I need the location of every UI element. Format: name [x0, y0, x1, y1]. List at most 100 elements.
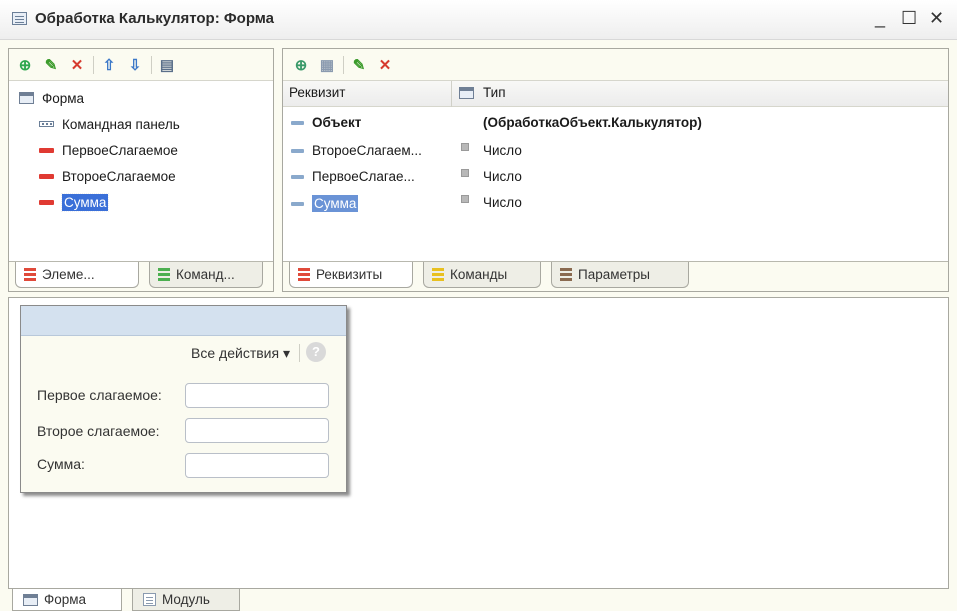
tree-item-sum[interactable]: Сумма	[39, 191, 110, 213]
commands-tab-icon	[158, 268, 170, 281]
attribute-icon	[291, 120, 304, 125]
module-icon	[143, 593, 156, 606]
tab-label: Параметры	[578, 267, 650, 282]
attributes-tab-icon	[298, 268, 310, 281]
tree-item-form[interactable]: Форма	[19, 87, 84, 109]
commands-tab-icon	[432, 268, 444, 281]
form-icon	[23, 593, 38, 606]
close-button[interactable]: ✕	[929, 8, 944, 29]
attribute-name: Сумма	[312, 195, 359, 212]
tab-attributes[interactable]: Реквизиты	[289, 262, 413, 288]
tree-item-label: Форма	[42, 90, 85, 106]
tree-item-label: Командная панель	[62, 116, 180, 132]
tab-label: Элеме...	[42, 267, 95, 282]
tree-item-label: ПервоеСлагаемое	[62, 142, 178, 158]
column-header-attribute[interactable]: Реквизит	[289, 85, 345, 100]
tree-item-label: ВтороеСлагаемое	[62, 168, 176, 184]
tab-commands[interactable]: Команд...	[149, 262, 263, 288]
move-down-icon[interactable]: ⇩	[125, 55, 145, 75]
tree-item-command-bar[interactable]: Командная панель	[39, 113, 180, 135]
attribute-icon	[291, 201, 304, 206]
attribute-icon	[291, 148, 304, 153]
attribute-type: Число	[483, 169, 522, 184]
edit-icon[interactable]: ✎	[41, 55, 61, 75]
tab-parameters[interactable]: Параметры	[551, 262, 689, 288]
sum-label: Сумма:	[37, 456, 85, 472]
maximize-button[interactable]: ☐	[901, 8, 917, 29]
elements-panel: ⊕ ✎ ✕ ⇧ ⇩ ▤ Форма Командная панель Перво…	[8, 48, 274, 292]
first-addend-label: Первое слагаемое:	[37, 387, 162, 403]
tab-label: Команды	[450, 267, 508, 282]
bottom-tabstrip: Форма Модуль	[8, 589, 949, 611]
field-icon	[39, 147, 54, 153]
delete-icon[interactable]: ✕	[375, 55, 395, 75]
attribute-name: ПервоеСлагае...	[312, 169, 415, 184]
form-window-icon	[12, 12, 27, 25]
help-icon[interactable]: ?	[306, 342, 326, 362]
form-icon	[19, 92, 34, 104]
chevron-down-icon: ▾	[282, 345, 290, 361]
minimize-button[interactable]: _	[873, 8, 887, 29]
tree-item-first-addend[interactable]: ПервоеСлагаемое	[39, 139, 178, 161]
second-addend-label: Второе слагаемое:	[37, 423, 160, 439]
attributes-tabstrip: Реквизиты Команды Параметры	[283, 261, 948, 291]
toolbar-separator	[343, 56, 344, 74]
field-icon	[39, 173, 54, 179]
attributes-grid-header: Реквизит Тип	[283, 81, 948, 107]
all-actions-menu[interactable]: Все действия ▾	[191, 345, 290, 362]
table-icon[interactable]: ▦	[317, 55, 337, 75]
toolbar-separator	[299, 344, 300, 362]
attribute-name: ВтороеСлагаем...	[312, 143, 422, 158]
elements-toolbar: ⊕ ✎ ✕ ⇧ ⇩ ▤	[9, 49, 273, 81]
attribute-type: Число	[483, 195, 522, 210]
move-up-icon[interactable]: ⇧	[99, 55, 119, 75]
tab-label: Форма	[44, 592, 87, 607]
attributes-panel: ⊕ ▦ ✎ ✕ Реквизит Тип Объект (ОбработкаОб…	[282, 48, 949, 292]
table-row[interactable]: ВтороеСлагаем... Число	[283, 139, 948, 165]
second-addend-input[interactable]	[185, 418, 329, 443]
column-divider	[451, 81, 452, 107]
column-header-type[interactable]: Тип	[483, 85, 506, 100]
attribute-icon	[291, 174, 304, 179]
elements-tab-icon	[24, 268, 36, 281]
tab-form-commands[interactable]: Команды	[423, 262, 541, 288]
form-preview: Все действия ▾ ? Первое слагаемое: Второ…	[20, 305, 347, 493]
type-icon	[461, 169, 469, 177]
tree-item-label: Сумма	[60, 192, 110, 212]
tab-elements[interactable]: Элеме...	[15, 262, 139, 288]
elements-tabstrip: Элеме... Команд...	[9, 261, 273, 291]
tree-item-second-addend[interactable]: ВтороеСлагаемое	[39, 165, 176, 187]
tab-label: Команд...	[176, 267, 235, 282]
add-attribute-icon[interactable]: ⊕	[291, 55, 311, 75]
parameters-tab-icon	[560, 268, 572, 281]
attribute-type: (ОбработкаОбъект.Калькулятор)	[483, 115, 702, 130]
tab-label: Реквизиты	[316, 267, 383, 282]
add-icon[interactable]: ⊕	[15, 55, 35, 75]
type-icon	[461, 195, 469, 203]
tab-label: Модуль	[162, 592, 210, 607]
command-bar-icon	[39, 121, 54, 127]
delete-icon[interactable]: ✕	[67, 55, 87, 75]
toolbar-separator	[151, 56, 152, 74]
window-title: Обработка Калькулятор: Форма	[35, 10, 275, 27]
table-row[interactable]: Сумма Число	[283, 191, 948, 217]
tab-module[interactable]: Модуль	[132, 589, 240, 611]
attributes-toolbar: ⊕ ▦ ✎ ✕	[283, 49, 948, 81]
first-addend-input[interactable]	[185, 383, 329, 408]
title-bar: Обработка Калькулятор: Форма _ ☐ ✕	[0, 0, 957, 40]
main-window: Обработка Калькулятор: Форма _ ☐ ✕ ⊕ ✎ ✕…	[0, 0, 957, 611]
all-actions-label: Все действия	[191, 345, 280, 361]
properties-icon[interactable]: ▤	[157, 55, 177, 75]
field-icon	[39, 199, 54, 205]
sum-input[interactable]	[185, 453, 329, 478]
form-preview-header	[21, 306, 346, 336]
table-row[interactable]: Объект (ОбработкаОбъект.Калькулятор)	[283, 111, 948, 137]
attribute-name: Объект	[312, 115, 362, 130]
attribute-type: Число	[483, 143, 522, 158]
toolbar-separator	[93, 56, 94, 74]
table-row[interactable]: ПервоеСлагае... Число	[283, 165, 948, 191]
type-icon	[461, 143, 469, 151]
tab-form[interactable]: Форма	[12, 589, 122, 611]
edit-icon[interactable]: ✎	[349, 55, 369, 75]
type-column-icon	[459, 87, 474, 99]
